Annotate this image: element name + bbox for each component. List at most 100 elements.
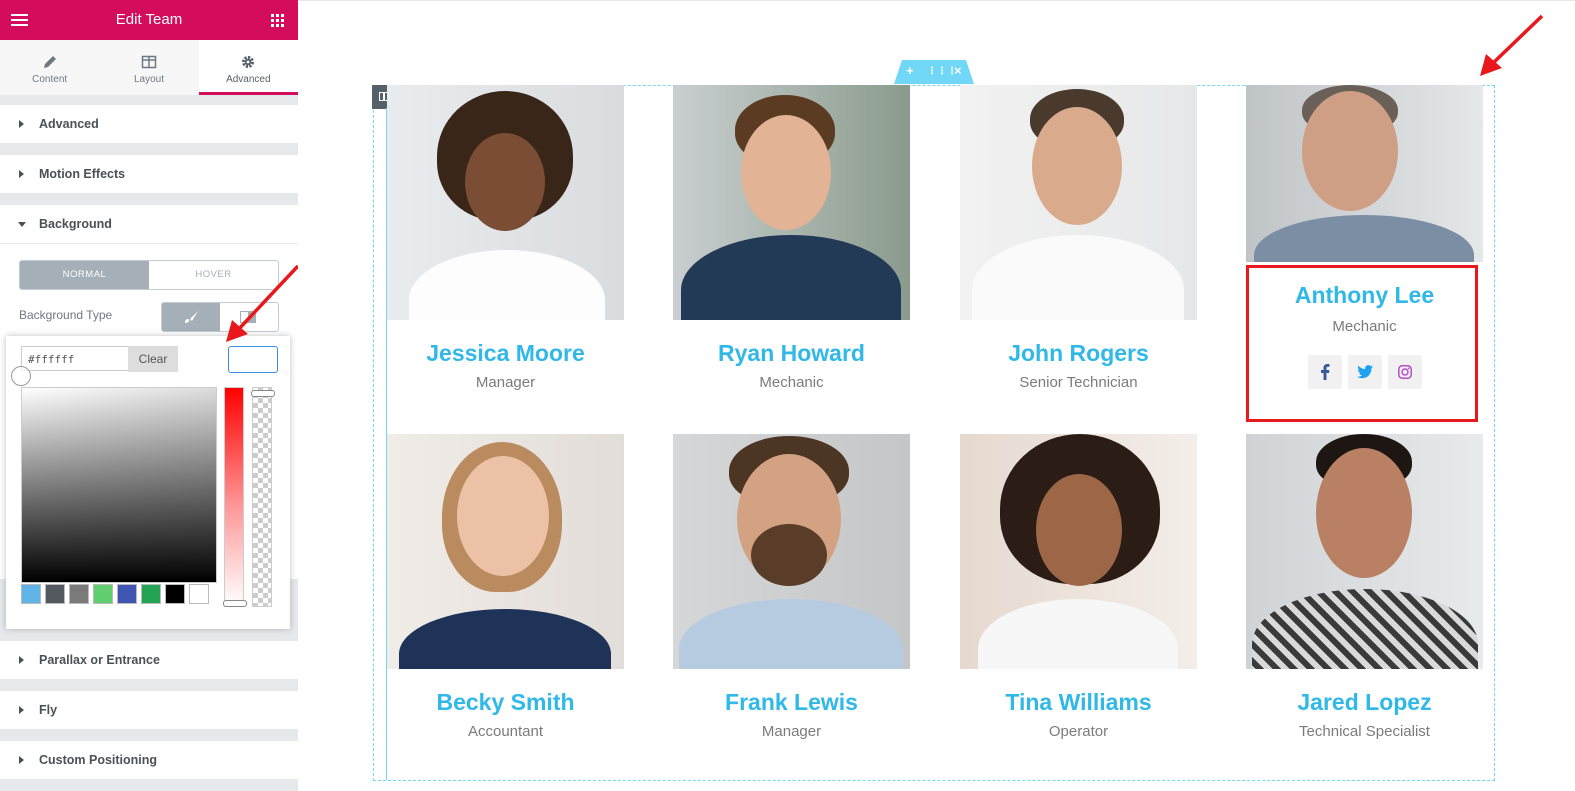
- section-custom-positioning[interactable]: Custom Positioning: [0, 741, 298, 779]
- team-role: Manager: [475, 374, 536, 391]
- normal-tab[interactable]: NORMAL: [20, 261, 149, 289]
- team-photo: [1246, 85, 1483, 262]
- layout-icon: [141, 55, 157, 69]
- team-role: Accountant: [467, 723, 544, 740]
- team-name: Jessica Moore: [426, 340, 585, 366]
- tab-content-label: Content: [32, 74, 68, 85]
- hue-slider-handle[interactable]: [223, 600, 247, 607]
- color-swatch[interactable]: [189, 584, 209, 604]
- color-picker-handle[interactable]: [11, 366, 31, 386]
- opacity-slider[interactable]: [251, 387, 275, 607]
- team-photo: [673, 434, 910, 669]
- annotation-arrow-left: [226, 264, 300, 342]
- team-name: John Rogers: [1008, 340, 1149, 366]
- section-motion-effects[interactable]: Motion Effects: [0, 155, 298, 193]
- team-card[interactable]: Becky Smith Accountant: [387, 434, 624, 740]
- instagram-icon[interactable]: [1388, 355, 1422, 389]
- widgets-grid-icon[interactable]: [271, 14, 284, 27]
- tab-advanced-label: Advanced: [226, 74, 271, 85]
- section-background[interactable]: Background: [0, 205, 298, 243]
- social-links: [1308, 355, 1422, 389]
- caret-right-icon: [19, 120, 24, 128]
- section-fly[interactable]: Fly: [0, 691, 298, 729]
- section-background-label: Background: [39, 217, 112, 231]
- section-toolbar: + ⋮⋮⋮ ×: [894, 60, 974, 84]
- hex-color-input[interactable]: #ffffff: [21, 346, 129, 371]
- tab-advanced[interactable]: Advanced: [198, 40, 298, 95]
- team-name: Jared Lopez: [1297, 689, 1432, 715]
- close-section-icon[interactable]: ×: [954, 63, 962, 78]
- team-card[interactable]: Tina Williams Operator: [960, 434, 1197, 740]
- caret-right-icon: [19, 706, 24, 714]
- clear-color-button[interactable]: Clear: [128, 346, 178, 372]
- section-advanced-label: Advanced: [39, 117, 99, 131]
- twitter-icon[interactable]: [1348, 355, 1382, 389]
- team-role: Senior Technician: [1019, 374, 1138, 391]
- page-canvas: + ⋮⋮⋮ × Jessica Moore Manager Ryan Howar…: [298, 0, 1575, 791]
- background-type-label: Background Type: [19, 308, 113, 322]
- section-custom-label: Custom Positioning: [39, 753, 158, 767]
- tab-layout-label: Layout: [133, 74, 164, 85]
- team-card[interactable]: [1246, 85, 1483, 262]
- classic-bg-button[interactable]: [162, 303, 220, 331]
- team-photo: [960, 85, 1197, 320]
- panel-tabs: Content Layout Advanced: [0, 40, 298, 95]
- drag-handle-icon[interactable]: ⋮⋮⋮: [927, 66, 957, 77]
- team-role: Operator: [1048, 723, 1109, 740]
- pencil-icon: [43, 56, 56, 68]
- color-swatch[interactable]: [93, 584, 113, 604]
- team-name: Tina Williams: [1005, 689, 1152, 715]
- team-role: Mechanic: [1332, 318, 1397, 335]
- color-swatch[interactable]: [21, 584, 41, 604]
- paint-brush-icon: [185, 311, 198, 323]
- team-photo: [387, 434, 624, 669]
- color-swatch[interactable]: [141, 584, 161, 604]
- color-swatch[interactable]: [165, 584, 185, 604]
- opacity-slider-handle[interactable]: [251, 390, 275, 397]
- team-card[interactable]: Frank Lewis Manager: [673, 434, 910, 740]
- team-card[interactable]: Ryan Howard Mechanic: [673, 85, 910, 391]
- team-card[interactable]: John Rogers Senior Technician: [960, 85, 1197, 391]
- section-parallax[interactable]: Parallax or Entrance: [0, 641, 298, 679]
- team-card[interactable]: Jessica Moore Manager: [387, 85, 624, 391]
- color-preview-swatch[interactable]: [228, 346, 278, 373]
- team-photo: [387, 85, 624, 320]
- panel-title: Edit Team: [115, 11, 183, 28]
- color-picker: #ffffff Clear: [6, 336, 290, 629]
- editor-panel: Edit Team Content Layout Advanced Advanc…: [0, 0, 298, 791]
- team-name: Anthony Lee: [1294, 282, 1435, 308]
- facebook-icon[interactable]: [1308, 355, 1342, 389]
- annotation-arrow-right: [1480, 14, 1544, 76]
- section-advanced[interactable]: Advanced: [0, 105, 298, 143]
- caret-right-icon: [19, 170, 24, 178]
- panel-header: Edit Team: [0, 0, 298, 40]
- color-swatch[interactable]: [69, 584, 89, 604]
- section-fly-label: Fly: [39, 703, 58, 717]
- gear-icon: [242, 56, 255, 68]
- caret-right-icon: [19, 756, 24, 764]
- team-card-selected-info[interactable]: Anthony Lee Mechanic: [1246, 282, 1483, 335]
- tab-content[interactable]: Content: [0, 40, 100, 95]
- team-role: Technical Specialist: [1299, 723, 1430, 740]
- caret-down-icon: [18, 222, 26, 227]
- team-name: Ryan Howard: [718, 340, 865, 366]
- team-photo: [673, 85, 910, 320]
- color-swatches: [21, 584, 209, 604]
- divider: [298, 0, 1575, 1]
- section-motion-label: Motion Effects: [39, 167, 126, 181]
- team-name: Becky Smith: [436, 689, 575, 715]
- color-swatch[interactable]: [117, 584, 137, 604]
- team-role: Manager: [761, 723, 822, 740]
- team-card[interactable]: Jared Lopez Technical Specialist: [1246, 434, 1483, 740]
- team-photo: [960, 434, 1197, 669]
- tab-layout[interactable]: Layout: [99, 40, 199, 95]
- add-section-icon[interactable]: +: [906, 63, 914, 78]
- team-photo: [1246, 434, 1483, 669]
- section-parallax-label: Parallax or Entrance: [39, 653, 160, 667]
- hue-slider[interactable]: [223, 387, 247, 607]
- caret-right-icon: [19, 656, 24, 664]
- saturation-value-area[interactable]: [21, 387, 217, 583]
- team-role: Mechanic: [759, 374, 824, 391]
- color-swatch[interactable]: [45, 584, 65, 604]
- team-name: Frank Lewis: [725, 689, 858, 715]
